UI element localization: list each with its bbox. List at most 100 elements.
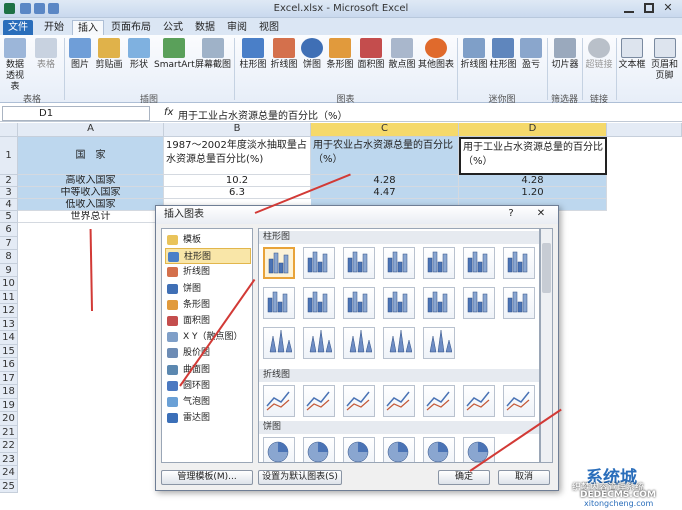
row-header[interactable]: 2 xyxy=(0,175,18,187)
cell-a1[interactable]: 国 家 xyxy=(18,137,164,175)
chart-type-thumbnail[interactable] xyxy=(303,247,335,279)
line-chart-button[interactable]: 折线图 xyxy=(269,38,299,71)
chart-type-thumbnail[interactable] xyxy=(503,287,535,319)
column-header-c[interactable]: C xyxy=(311,123,459,137)
row-header[interactable]: 18 xyxy=(0,385,18,399)
chart-category-item[interactable]: 模板 xyxy=(165,232,251,248)
cancel-button[interactable]: 取消 xyxy=(498,470,550,485)
chart-type-thumbnail[interactable] xyxy=(423,287,455,319)
chart-type-thumbnail[interactable] xyxy=(343,327,375,359)
column-header-a[interactable]: A xyxy=(18,123,164,137)
chart-type-thumbnail[interactable] xyxy=(343,385,375,417)
minimize-icon[interactable] xyxy=(624,3,634,13)
tab-review[interactable]: 审阅 xyxy=(222,20,252,35)
chart-type-thumbnail[interactable] xyxy=(463,287,495,319)
column-header-b[interactable]: B xyxy=(164,123,311,137)
chart-type-thumbnail[interactable] xyxy=(463,385,495,417)
name-box[interactable]: D1 xyxy=(2,106,150,121)
row-header[interactable]: 6 xyxy=(0,223,18,237)
chart-type-thumbnail[interactable] xyxy=(383,247,415,279)
column-header-d[interactable]: D xyxy=(459,123,607,137)
row-header[interactable]: 1 xyxy=(0,137,18,175)
tab-page-layout[interactable]: 页面布局 xyxy=(106,20,156,35)
chart-type-thumbnail[interactable] xyxy=(263,385,295,417)
chart-type-thumbnail[interactable] xyxy=(463,437,495,462)
cell-a4[interactable]: 低收入国家 xyxy=(18,199,164,211)
row-header[interactable]: 24 xyxy=(0,466,18,480)
row-header[interactable]: 21 xyxy=(0,425,18,439)
cell-c3[interactable]: 4.47 xyxy=(311,187,459,199)
row-header[interactable]: 19 xyxy=(0,398,18,412)
chart-category-item[interactable]: 雷达图 xyxy=(165,410,251,426)
chart-type-thumbnail[interactable] xyxy=(503,247,535,279)
row-header[interactable]: 13 xyxy=(0,317,18,331)
tab-data[interactable]: 数据 xyxy=(190,20,220,35)
chart-type-thumbnail[interactable] xyxy=(303,287,335,319)
header-footer-button[interactable]: 页眉和页脚 xyxy=(647,38,682,82)
chart-type-thumbnail[interactable] xyxy=(423,247,455,279)
chart-category-item[interactable]: 柱形图 xyxy=(165,248,251,265)
sparkline-winloss-button[interactable]: 盈亏 xyxy=(518,38,544,71)
sparkline-column-button[interactable]: 柱形图 xyxy=(489,38,517,71)
smartart-button[interactable]: SmartArt xyxy=(154,38,195,71)
cell-d3[interactable]: 1.20 xyxy=(459,187,607,199)
cell-d1[interactable]: 用于工业占水资源总量的百分比（%） xyxy=(459,137,607,175)
chart-type-thumbnail[interactable] xyxy=(263,327,295,359)
chart-type-thumbnail[interactable] xyxy=(343,437,375,462)
slicer-button[interactable]: 切片器 xyxy=(550,38,580,71)
gallery-scrollbar[interactable] xyxy=(540,228,553,463)
tab-insert[interactable]: 插入 xyxy=(72,20,104,35)
chart-type-thumbnail[interactable] xyxy=(383,385,415,417)
row-header[interactable]: 5 xyxy=(0,211,18,223)
row-header[interactable]: 15 xyxy=(0,344,18,358)
chart-category-item[interactable]: 折线图 xyxy=(165,264,251,280)
chart-category-item[interactable]: 饼图 xyxy=(165,281,251,297)
chart-type-thumbnail[interactable] xyxy=(463,247,495,279)
tab-home[interactable]: 开始 xyxy=(38,20,70,35)
bar-chart-button[interactable]: 条形图 xyxy=(325,38,355,71)
table-button[interactable]: 表格 xyxy=(32,38,60,71)
chart-type-thumbnail[interactable] xyxy=(343,287,375,319)
ok-button[interactable]: 确定 xyxy=(438,470,490,485)
cell-d2[interactable]: 4.28 xyxy=(459,175,607,187)
chart-type-thumbnail[interactable] xyxy=(303,385,335,417)
row-header[interactable]: 16 xyxy=(0,358,18,372)
formula-input[interactable]: 用于工业占水资源总量的百分比（%） xyxy=(178,107,348,122)
hyperlink-button[interactable]: 超链接 xyxy=(584,38,614,71)
chart-type-thumbnail[interactable] xyxy=(263,287,295,319)
row-header[interactable]: 20 xyxy=(0,412,18,426)
cell-b2[interactable]: 10.2 xyxy=(164,175,311,187)
picture-button[interactable]: 图片 xyxy=(68,38,92,71)
row-header[interactable]: 25 xyxy=(0,479,18,493)
textbox-button[interactable]: 文本框 xyxy=(618,38,646,71)
cell-b1[interactable]: 1987～2002年度淡水抽取量占水资源总量百分比(%) xyxy=(164,137,311,175)
other-charts-button[interactable]: 其他图表 xyxy=(418,38,454,71)
clipart-button[interactable]: 剪贴画 xyxy=(94,38,124,71)
select-all-corner[interactable] xyxy=(0,123,18,137)
row-header[interactable]: 23 xyxy=(0,452,18,466)
chart-type-thumbnail[interactable] xyxy=(383,437,415,462)
row-header[interactable]: 22 xyxy=(0,439,18,453)
function-icon[interactable]: fx xyxy=(164,107,173,118)
column-header-e[interactable] xyxy=(607,123,682,137)
row-header[interactable]: 8 xyxy=(0,250,18,264)
chart-type-thumbnail[interactable] xyxy=(423,437,455,462)
row-header[interactable]: 9 xyxy=(0,263,18,277)
shapes-button[interactable]: 形状 xyxy=(126,38,152,71)
tab-file[interactable]: 文件 xyxy=(3,20,33,35)
chart-type-thumbnail[interactable] xyxy=(343,247,375,279)
dialog-close-button[interactable]: ✕ xyxy=(534,208,548,222)
chart-type-thumbnail[interactable] xyxy=(423,385,455,417)
chart-type-thumbnail[interactable] xyxy=(383,287,415,319)
pivot-table-button[interactable]: 数据透视表 xyxy=(2,38,28,93)
row-header[interactable]: 7 xyxy=(0,236,18,250)
manage-templates-button[interactable]: 管理模板(M)... xyxy=(161,470,253,485)
chart-type-thumbnail[interactable] xyxy=(503,385,535,417)
row-header[interactable]: 17 xyxy=(0,371,18,385)
area-chart-button[interactable]: 面积图 xyxy=(356,38,386,71)
sparkline-line-button[interactable]: 折线图 xyxy=(460,38,488,71)
cell-a2[interactable]: 高收入国家 xyxy=(18,175,164,187)
column-chart-button[interactable]: 柱形图 xyxy=(238,38,268,71)
scatter-chart-button[interactable]: 散点图 xyxy=(387,38,417,71)
chart-type-thumbnail[interactable] xyxy=(383,327,415,359)
